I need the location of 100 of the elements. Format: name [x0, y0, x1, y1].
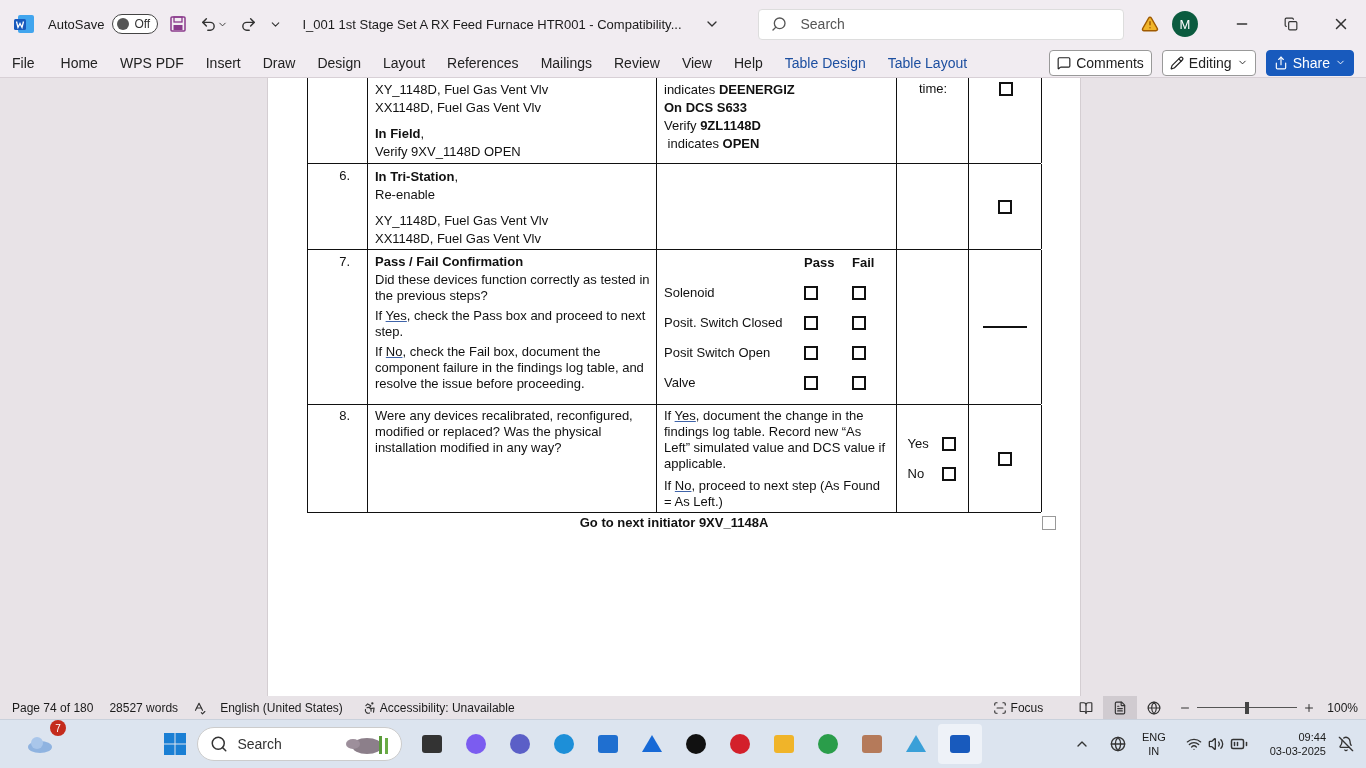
ribbon-tab[interactable]: Table Design [784, 54, 866, 71]
instruction-text: If No, proceed to next step (As Found = As Left.) [664, 478, 882, 510]
zoom-level[interactable]: 100% [1327, 700, 1358, 715]
table-resize-handle[interactable] [1042, 516, 1056, 530]
undo-icon[interactable] [200, 15, 218, 33]
clock-time[interactable]: 09:44 [1298, 730, 1326, 744]
search-field[interactable]: Search [757, 8, 1124, 40]
column-header: Fail [852, 254, 876, 272]
pass-checkbox[interactable] [804, 286, 818, 300]
checkbox[interactable] [998, 82, 1013, 96]
user-avatar[interactable]: M [1172, 11, 1198, 37]
step-number: 8. [339, 408, 351, 424]
comments-button[interactable]: Comments [1049, 49, 1152, 76]
device-label: Valve [664, 374, 697, 392]
zoom-in-icon[interactable] [1303, 701, 1316, 714]
cell-text: XY_1148D, Fuel Gas Vent Vlv [375, 212, 550, 230]
cell-text: On DCS S633 [664, 99, 749, 117]
zoom-thumb[interactable] [1245, 701, 1250, 714]
globe-icon [1147, 700, 1162, 715]
ribbon-tab[interactable]: Table Layout [887, 54, 968, 71]
instruction-text: Were any devices recalibrated, reconfigured, modified or replaced? Was the physical installation modified in any way? [375, 408, 634, 456]
page-icon [1113, 700, 1128, 715]
document-title: I_001 1st Stage Set A RX Feed Furnace HTR001 - Compatibility... [302, 16, 682, 32]
ribbon-tab[interactable]: Help [734, 54, 763, 71]
cell-text: XX1148D, Fuel Gas Vent Vlv [375, 230, 542, 248]
page-count[interactable]: Page 74 of 180 [12, 700, 94, 715]
search-icon [210, 735, 229, 753]
volume-icon[interactable] [1207, 736, 1224, 752]
autosave-label: AutoSave [48, 16, 105, 32]
fail-checkbox[interactable] [852, 346, 866, 360]
option-label: Yes [907, 434, 930, 453]
search-icon [770, 16, 787, 32]
pencil-icon [1169, 55, 1184, 70]
cell-text: indicates OPEN [666, 135, 761, 153]
notification-badge: 7 [50, 720, 66, 736]
clock-date[interactable]: 03-03-2025 [1269, 744, 1326, 758]
accessibility-icon[interactable] [362, 700, 377, 715]
proofing-icon[interactable] [192, 700, 207, 715]
ribbon-tab[interactable]: Mailings [540, 54, 592, 71]
cell-text: XY_1148D, Fuel Gas Vent Vlv [375, 81, 550, 99]
fail-checkbox[interactable] [852, 316, 866, 330]
pass-checkbox[interactable] [804, 346, 818, 360]
accessibility-status[interactable]: Accessibility: Unavailable [379, 700, 515, 715]
ribbon-tab[interactable]: WPS PDF [119, 54, 184, 71]
book-icon [1079, 700, 1094, 715]
ribbon-tab[interactable]: Draw [262, 54, 296, 71]
input-language[interactable]: ENG [1141, 730, 1166, 744]
cell-text: In Tri-Station, [375, 168, 460, 186]
ribbon-tab[interactable]: View [681, 54, 712, 71]
instruction-text: If Yes, document the change in the findings log table. Record new “As Left” simulated value and DCS value if applicable. [664, 408, 887, 472]
ribbon-tab[interactable]: Insert [205, 54, 241, 71]
checkbox[interactable] [998, 199, 1012, 214]
focus-icon[interactable] [992, 700, 1007, 715]
fail-checkbox[interactable] [852, 286, 866, 300]
cell-text: Verify 9XV_1148D OPEN [375, 143, 522, 161]
input-language[interactable]: IN [1148, 744, 1160, 758]
ribbon-tab[interactable]: Design [317, 54, 361, 71]
cell-text: Verify 9ZL1148D [664, 117, 762, 135]
restore-icon[interactable] [1284, 17, 1298, 31]
taskbar-search-field[interactable]: Search [197, 727, 403, 761]
device-label: Solenoid [664, 284, 716, 302]
step-number: 6. [339, 168, 351, 184]
option-label: No [907, 464, 926, 483]
cell-text: Re-enable [375, 186, 436, 204]
cell-text: XX1148D, Fuel Gas Vent Vlv [375, 99, 542, 117]
ribbon-tab[interactable]: References [447, 54, 519, 71]
print-layout-button[interactable] [1103, 696, 1138, 719]
section-heading: Pass / Fail Confirmation [375, 254, 525, 270]
ribbon-tab[interactable]: Review [614, 54, 660, 71]
word-count[interactable]: 28527 words [109, 700, 179, 715]
ribbon-tab[interactable]: Home [60, 54, 98, 71]
instruction-text: If No, check the Fail box, document the component failure in the findings log table, and resolve the issue before proceeding. [375, 344, 645, 392]
ribbon-tab[interactable]: Layout [383, 54, 426, 71]
option-checkbox[interactable] [941, 466, 956, 481]
warning-icon[interactable] [1141, 15, 1159, 33]
save-icon[interactable] [170, 16, 187, 32]
column-header: Pass [804, 254, 836, 272]
instruction-text: If Yes, check the Pass box and proceed to next step. [375, 308, 647, 340]
cell-text: In Field, [375, 125, 426, 143]
ribbon-tab[interactable]: File [12, 54, 35, 71]
editing-button[interactable]: Editing [1161, 49, 1256, 76]
share-icon [1273, 55, 1288, 70]
language-status[interactable]: English (United States) [220, 700, 343, 715]
share-button[interactable]: Share [1265, 49, 1354, 76]
next-initiator-text: Go to next initiator 9XV_1148A [578, 514, 770, 530]
instruction-text: Did these devices function correctly as tested in the previous steps? [375, 272, 650, 304]
redo-icon[interactable] [240, 15, 258, 33]
fail-checkbox[interactable] [852, 376, 866, 390]
cell-text: indicates DEENERGIZ [664, 81, 796, 99]
autosave-toggle[interactable]: Off [112, 14, 159, 34]
dash-line [983, 326, 1027, 328]
option-checkbox[interactable] [941, 436, 956, 451]
wifi-icon[interactable] [1185, 736, 1202, 752]
pass-checkbox[interactable] [804, 376, 818, 390]
pass-checkbox[interactable] [804, 316, 818, 330]
checkbox[interactable] [998, 451, 1012, 466]
focus-mode[interactable]: Focus [1010, 700, 1044, 715]
device-label: Posit Switch Open [664, 344, 772, 362]
step-number: 7. [339, 254, 351, 270]
notifications-icon[interactable] [1338, 736, 1354, 752]
